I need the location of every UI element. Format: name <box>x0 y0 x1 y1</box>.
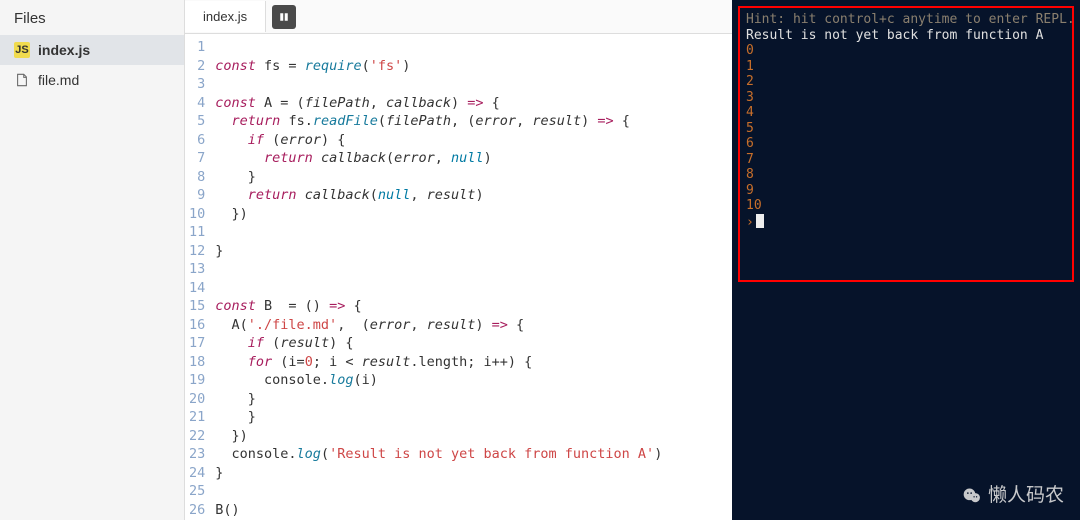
code-line: return callback(error, null) <box>215 149 662 168</box>
code-line: if (error) { <box>215 131 662 150</box>
tab-indexjs[interactable]: index.js <box>185 1 266 32</box>
code-line: const A = (filePath, callback) => { <box>215 94 662 113</box>
file-item-label: index.js <box>38 42 90 58</box>
terminal-hint: Hint: hit control+c anytime to enter REP… <box>746 12 1066 28</box>
code-line: }) <box>215 205 662 224</box>
code-line <box>215 260 662 279</box>
terminal-number: 3 <box>746 90 1066 106</box>
file-item-filemd[interactable]: file.md <box>0 65 184 95</box>
code-content: const fs = require('fs') const A = (file… <box>215 34 662 520</box>
js-icon: JS <box>14 42 30 58</box>
terminal-number: 1 <box>746 59 1066 75</box>
code-line: if (result) { <box>215 334 662 353</box>
terminal-number: 2 <box>746 74 1066 90</box>
terminal-number: 10 <box>746 198 1066 214</box>
sidebar-title: Files <box>0 0 184 35</box>
terminal-number: 6 <box>746 136 1066 152</box>
code-line: A('./file.md', (error, result) => { <box>215 316 662 335</box>
run-button[interactable] <box>272 5 296 29</box>
code-line: return fs.readFile(filePath, (error, res… <box>215 112 662 131</box>
code-line <box>215 482 662 501</box>
code-line: } <box>215 464 662 483</box>
terminal-prompt[interactable]: › <box>746 214 1066 231</box>
code-line: }) <box>215 427 662 446</box>
code-line: const fs = require('fs') <box>215 57 662 76</box>
wechat-icon <box>962 486 982 506</box>
line-gutter: 1234567891011121314151617181920212223242… <box>185 34 215 520</box>
sidebar: Files JS index.js file.md <box>0 0 185 520</box>
code-editor[interactable]: 1234567891011121314151617181920212223242… <box>185 34 732 520</box>
terminal-number: 8 <box>746 167 1066 183</box>
watermark: 懒人码农 <box>962 486 1064 506</box>
code-line: B() <box>215 501 662 520</box>
code-line: } <box>215 242 662 261</box>
terminal-output[interactable]: Hint: hit control+c anytime to enter REP… <box>738 6 1074 282</box>
file-item-indexjs[interactable]: JS index.js <box>0 35 184 65</box>
code-line <box>215 279 662 298</box>
code-line <box>215 223 662 242</box>
terminal-result: Result is not yet back from function A <box>746 28 1066 44</box>
code-line: return callback(null, result) <box>215 186 662 205</box>
terminal-pane: Hint: hit control+c anytime to enter REP… <box>732 0 1080 520</box>
code-line <box>215 75 662 94</box>
code-line: } <box>215 408 662 427</box>
code-line: console.log('Result is not yet back from… <box>215 445 662 464</box>
terminal-number: 9 <box>746 183 1066 199</box>
terminal-number: 0 <box>746 43 1066 59</box>
terminal-number: 7 <box>746 152 1066 168</box>
code-line <box>215 38 662 57</box>
code-line: } <box>215 168 662 187</box>
file-list: JS index.js file.md <box>0 35 184 95</box>
code-line: const B = () => { <box>215 297 662 316</box>
code-line: } <box>215 390 662 409</box>
code-line: console.log(i) <box>215 371 662 390</box>
terminal-number: 4 <box>746 105 1066 121</box>
file-icon <box>14 72 30 88</box>
file-item-label: file.md <box>38 72 79 88</box>
code-line: for (i=0; i < result.length; i++) { <box>215 353 662 372</box>
watermark-text: 懒人码农 <box>988 488 1064 504</box>
editor-pane: index.js 1234567891011121314151617181920… <box>185 0 732 520</box>
cursor-icon <box>756 214 764 228</box>
tabs: index.js <box>185 0 732 34</box>
terminal-number: 5 <box>746 121 1066 137</box>
